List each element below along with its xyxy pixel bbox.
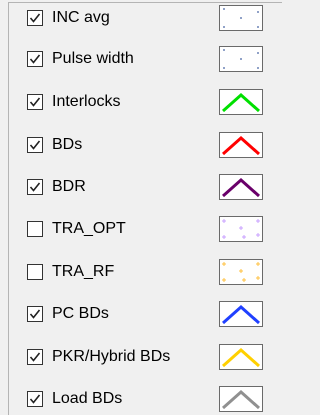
legend-item-label: INC avg bbox=[52, 9, 110, 26]
dotted-marker-icon bbox=[219, 5, 263, 31]
legend-item-label: BDR bbox=[52, 178, 86, 195]
legend-item-label: Load BDs bbox=[52, 390, 123, 407]
line-peak-icon bbox=[219, 301, 263, 327]
legend-item[interactable]: Load BDs bbox=[9, 384, 283, 414]
legend-item-checkbox[interactable] bbox=[27, 137, 43, 153]
legend-item[interactable]: TRA_OPT bbox=[9, 214, 283, 244]
legend-item-label: TRA_RF bbox=[52, 263, 115, 280]
checkmark-icon bbox=[29, 54, 41, 64]
legend-item[interactable]: Interlocks bbox=[9, 87, 283, 117]
line-peak-icon bbox=[219, 132, 263, 158]
legend-item[interactable]: TRA_RF bbox=[9, 257, 283, 287]
legend-item-checkbox[interactable] bbox=[27, 51, 43, 67]
legend-item[interactable]: BDs bbox=[9, 130, 283, 160]
legend-item-label: PC BDs bbox=[52, 305, 109, 322]
checkmark-icon bbox=[29, 140, 41, 150]
legend-item-checkbox[interactable] bbox=[27, 10, 43, 26]
line-peak-icon bbox=[219, 174, 263, 200]
plus-marker-icon bbox=[219, 259, 263, 285]
checkmark-icon bbox=[29, 394, 41, 404]
legend-item[interactable]: Pulse width bbox=[9, 44, 283, 74]
legend-item[interactable]: BDR bbox=[9, 172, 283, 202]
line-peak-icon bbox=[219, 89, 263, 115]
legend-item[interactable]: PKR/Hybrid BDs bbox=[9, 342, 283, 372]
legend-item-checkbox[interactable] bbox=[27, 179, 43, 195]
checkmark-icon bbox=[29, 13, 41, 23]
legend-item-label: BDs bbox=[52, 136, 83, 153]
checkmark-icon bbox=[29, 97, 41, 107]
checkmark-icon bbox=[29, 182, 41, 192]
checkmark-icon bbox=[29, 352, 41, 362]
line-peak-icon bbox=[219, 386, 263, 412]
legend-item-label: Interlocks bbox=[52, 93, 121, 110]
legend-panel: INC avg Pulse width Interlocks BDs BDR TRA_OP… bbox=[8, 2, 282, 415]
legend-item-checkbox[interactable] bbox=[27, 264, 43, 280]
legend-item-checkbox[interactable] bbox=[27, 349, 43, 365]
legend-item-checkbox[interactable] bbox=[27, 221, 43, 237]
legend-item[interactable]: INC avg bbox=[9, 3, 283, 33]
checkmark-icon bbox=[29, 309, 41, 319]
legend-item-checkbox[interactable] bbox=[27, 94, 43, 110]
legend-item-label: Pulse width bbox=[52, 50, 134, 67]
dotted-marker-icon bbox=[219, 46, 263, 72]
legend-item-label: TRA_OPT bbox=[52, 220, 126, 237]
line-peak-icon bbox=[219, 344, 263, 370]
legend-item-checkbox[interactable] bbox=[27, 306, 43, 322]
plus-marker-icon bbox=[219, 216, 263, 242]
legend-item[interactable]: PC BDs bbox=[9, 299, 283, 329]
legend-item-checkbox[interactable] bbox=[27, 391, 43, 407]
legend-item-label: PKR/Hybrid BDs bbox=[52, 348, 171, 365]
